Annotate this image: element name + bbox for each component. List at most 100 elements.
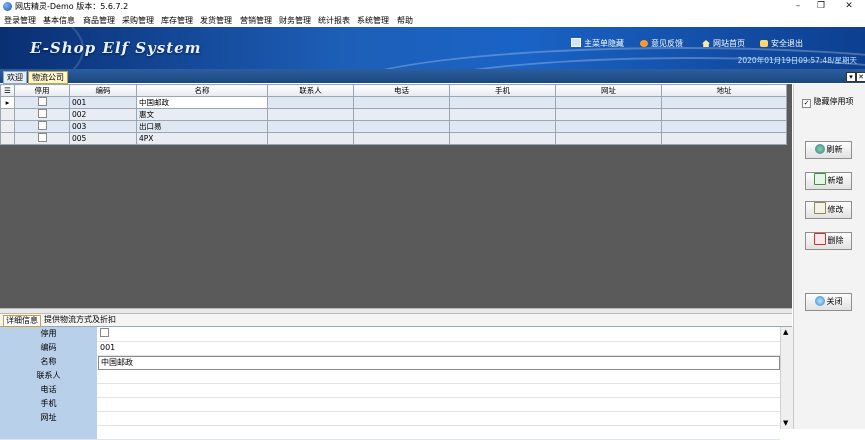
menu-shipping[interactable]: 发货管理 [200, 14, 232, 27]
table-row[interactable]: 002 惠文 [0, 108, 787, 121]
header-banner: E-Shop Elf System 主菜单隐藏 意见反馈 网站首页 安全退出 2… [0, 27, 865, 69]
maximize-button[interactable]: ❐ [808, 0, 834, 14]
table-row[interactable]: 005 4PX [0, 132, 787, 145]
detail-scrollbar[interactable]: ▲ ▼ [780, 327, 793, 429]
label-disabled: 停用 [0, 327, 97, 341]
code-field[interactable]: 001 [98, 342, 780, 354]
add-icon [813, 173, 826, 185]
row-disabled-checkbox[interactable] [14, 108, 70, 121]
hide-disabled-checkbox[interactable]: ✓ [802, 99, 811, 108]
close-button[interactable]: ✕ [836, 0, 862, 14]
form-row-more [0, 425, 780, 440]
cell-contact [267, 132, 354, 145]
cell-name: 中国邮政 [136, 96, 268, 109]
cell-code: 001 [69, 96, 137, 109]
label-more [0, 425, 97, 439]
document-tabs: 欢迎 物流公司 ▾ ✕ [0, 69, 865, 84]
menu-products[interactable]: 商品管理 [83, 14, 115, 27]
cell-mobile [449, 108, 556, 121]
scroll-up-icon[interactable]: ▲ [783, 328, 788, 336]
cell-address [661, 120, 787, 133]
menu-basic-info[interactable]: 基本信息 [43, 14, 75, 27]
edit-icon [813, 202, 826, 214]
form-row-mobile: 手机 [0, 397, 780, 412]
col-name[interactable]: 名称 [136, 84, 268, 97]
cell-phone [353, 132, 450, 145]
tab-welcome[interactable]: 欢迎 [3, 71, 27, 84]
menu-system[interactable]: 系统管理 [357, 14, 389, 27]
detail-tabs: 详细信息 提供物流方式及折扣 [0, 314, 792, 327]
detail-form: 停用 编码 001 名称 中国邮政 联系人 电话 手机 网址 [0, 327, 780, 440]
label-code: 编码 [0, 341, 97, 355]
row-selector [0, 108, 15, 121]
window-title: 网店精灵-Demo 版本：5.6.7.2 [15, 2, 129, 11]
cell-address [661, 132, 787, 145]
cell-mobile [449, 120, 556, 133]
menu-reports[interactable]: 统计报表 [318, 14, 350, 27]
contact-field[interactable] [98, 370, 780, 382]
homepage-link[interactable]: 网站首页 [702, 38, 745, 49]
row-disabled-checkbox[interactable] [14, 96, 70, 109]
form-row-website: 网址 [0, 411, 780, 426]
form-row-code: 编码 001 [0, 341, 780, 356]
menu-marketing[interactable]: 营销管理 [240, 14, 272, 27]
logout-link[interactable]: 安全退出 [760, 38, 803, 49]
feedback-link[interactable]: 意见反馈 [640, 38, 683, 49]
disabled-checkbox[interactable] [98, 328, 780, 340]
row-selector-icon: ▸ [0, 96, 15, 109]
row-indicator-header[interactable]: ☰ [0, 84, 15, 97]
menu-finance[interactable]: 财务管理 [279, 14, 311, 27]
name-field[interactable]: 中国邮政 [98, 356, 780, 370]
tab-logistics-methods[interactable]: 提供物流方式及折扣 [42, 315, 118, 325]
row-disabled-checkbox[interactable] [14, 132, 70, 145]
col-website[interactable]: 网址 [555, 84, 662, 97]
tab-logistics-company[interactable]: 物流公司 [28, 71, 68, 84]
cell-name: 4PX [136, 132, 268, 145]
label-website: 网址 [0, 411, 97, 425]
tab-list-icon[interactable]: ▾ [846, 72, 856, 82]
col-code[interactable]: 编码 [69, 84, 137, 97]
tab-detail-info[interactable]: 详细信息 [3, 315, 41, 327]
menu-purchase[interactable]: 采购管理 [122, 14, 154, 27]
hide-menu-link[interactable]: 主菜单隐藏 [571, 38, 624, 49]
col-disabled[interactable]: 停用 [14, 84, 70, 97]
cell-code: 002 [69, 108, 137, 121]
form-row-name: 名称 中国邮政 [0, 355, 780, 370]
label-contact: 联系人 [0, 369, 97, 383]
row-disabled-checkbox[interactable] [14, 120, 70, 133]
tab-close-icon[interactable]: ✕ [856, 72, 865, 82]
cell-website [555, 120, 662, 133]
feedback-icon [640, 40, 648, 47]
hide-disabled-toggle[interactable]: ✓ 隐藏停用项 [802, 96, 854, 108]
label-phone: 电话 [0, 383, 97, 397]
refresh-icon [814, 144, 825, 154]
col-mobile[interactable]: 手机 [449, 84, 556, 97]
cell-phone [353, 120, 450, 133]
power-icon [814, 296, 825, 306]
cell-website [555, 132, 662, 145]
col-address[interactable]: 地址 [661, 84, 787, 97]
menu-login[interactable]: 登录管理 [4, 14, 36, 27]
close-panel-button[interactable]: 关闭 [805, 293, 852, 311]
website-field[interactable] [98, 412, 780, 424]
menu-help[interactable]: 帮助 [397, 14, 413, 27]
col-phone[interactable]: 电话 [353, 84, 450, 97]
menu-inventory[interactable]: 库存管理 [161, 14, 193, 27]
add-button[interactable]: 新增 [805, 172, 852, 190]
phone-field[interactable] [98, 384, 780, 396]
col-contact[interactable]: 联系人 [267, 84, 354, 97]
refresh-button[interactable]: 刷新 [805, 141, 852, 159]
edit-button[interactable]: 修改 [805, 201, 852, 219]
cell-contact [267, 120, 354, 133]
cell-name: 出口易 [136, 120, 268, 133]
menu-bar: 登录管理 基本信息 商品管理 采购管理 库存管理 发货管理 营销管理 财务管理 … [0, 14, 865, 27]
scroll-down-icon[interactable]: ▼ [783, 419, 788, 427]
data-table: ☰ 停用 编码 名称 联系人 电话 手机 网址 地址 ▸ 001 中国邮政 00… [0, 84, 787, 145]
table-row[interactable]: ▸ 001 中国邮政 [0, 96, 787, 109]
cell-address [661, 96, 787, 109]
title-bar: 网店精灵-Demo 版本：5.6.7.2 – ❐ ✕ [0, 0, 865, 14]
table-row[interactable]: 003 出口易 [0, 120, 787, 133]
mobile-field[interactable] [98, 398, 780, 410]
delete-button[interactable]: 删除 [805, 232, 852, 250]
label-mobile: 手机 [0, 397, 97, 411]
